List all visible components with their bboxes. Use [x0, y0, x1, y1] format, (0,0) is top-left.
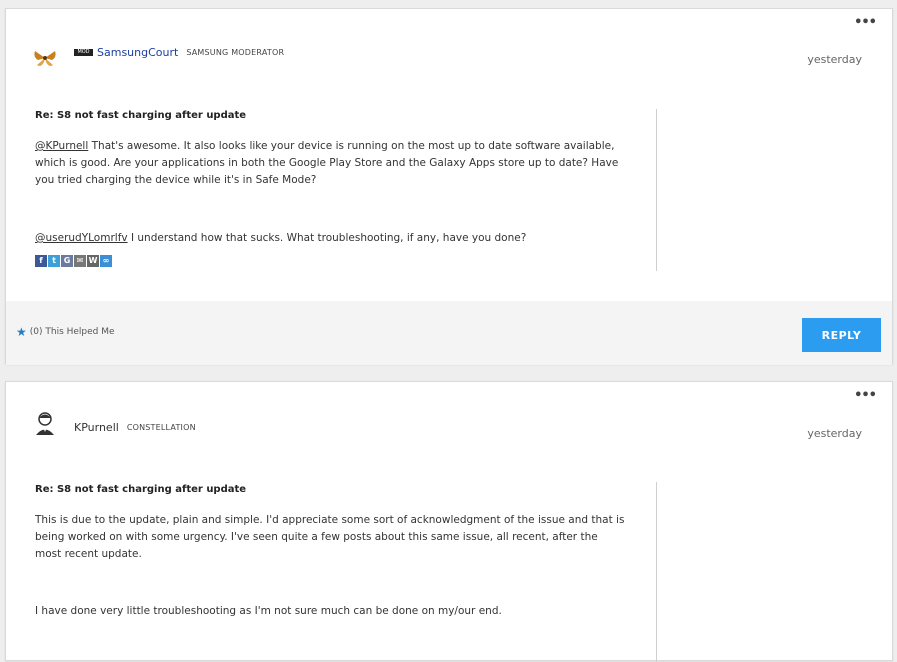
paragraph-text: That's awesome. It also looks like your … — [35, 140, 619, 186]
post-paragraph: @KPurnell That's awesome. It also looks … — [35, 138, 625, 189]
post-footer: ★ (0) This Helped Me REPLY — [6, 301, 892, 365]
star-icon: ★ — [16, 325, 27, 339]
author-name[interactable]: SamsungCourt — [97, 46, 178, 59]
post-date: yesterday — [807, 53, 862, 66]
moderator-badge: MOD — [74, 49, 93, 56]
forum-post: ••• KPurnell CONSTELLATION yesterday Re:… — [5, 381, 893, 662]
post-paragraph: This is due to the update, plain and sim… — [35, 514, 625, 560]
share-icons: f t G ✉ W ∞ — [35, 255, 112, 267]
author-rank: CONSTELLATION — [126, 423, 196, 432]
post-paragraph: I have done very little troubleshooting … — [35, 605, 502, 617]
more-options-icon[interactable]: ••• — [854, 16, 877, 29]
forum-post: ••• MOD SamsungCourt SAMSUNG MODERATOR y… — [5, 8, 893, 365]
author-name[interactable]: KPurnell — [74, 421, 119, 434]
post-date: yesterday — [807, 427, 862, 440]
post-subject[interactable]: Re: S8 not fast charging after update — [35, 110, 246, 121]
paragraph-text: I understand how that sucks. What troubl… — [127, 232, 527, 244]
post-paragraph: @userudYLomrlfv I understand how that su… — [35, 230, 625, 247]
google-icon[interactable]: G — [61, 255, 73, 267]
avatar[interactable] — [32, 45, 58, 71]
twitter-icon[interactable]: t — [48, 255, 60, 267]
helped-label: (0) This Helped Me — [29, 327, 115, 337]
more-options-icon[interactable]: ••• — [854, 389, 877, 402]
divider — [656, 109, 657, 271]
email-icon[interactable]: ✉ — [74, 255, 86, 267]
author-rank: SAMSUNG MODERATOR — [186, 48, 285, 57]
facebook-icon[interactable]: f — [35, 255, 47, 267]
user-mention-link[interactable]: @userudYLomrlfv — [35, 232, 128, 244]
post-subject[interactable]: Re: S8 not fast charging after update — [35, 484, 246, 495]
helped-me-button[interactable]: ★ (0) This Helped Me — [16, 325, 115, 339]
wordpress-icon[interactable]: W — [87, 255, 99, 267]
author-row: KPurnell CONSTELLATION — [74, 421, 196, 434]
author-row: MOD SamsungCourt SAMSUNG MODERATOR — [74, 46, 284, 59]
user-mention-link[interactable]: @KPurnell — [35, 140, 88, 152]
link-icon[interactable]: ∞ — [100, 255, 112, 267]
reply-button[interactable]: REPLY — [802, 318, 881, 352]
avatar[interactable] — [32, 410, 58, 436]
divider — [656, 482, 657, 662]
